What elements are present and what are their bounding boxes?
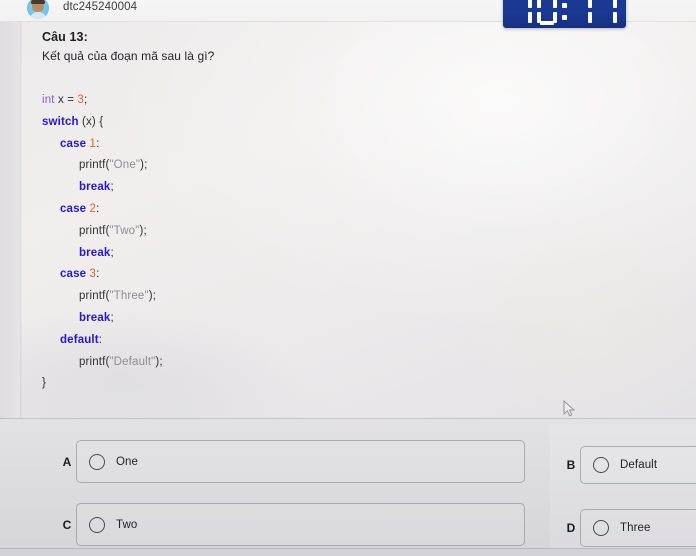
avatar-body xyxy=(29,12,47,19)
code-token-string: "Three" xyxy=(109,290,149,303)
code-line-2: switch (x) { xyxy=(42,112,472,134)
code-line-5: break; xyxy=(42,177,472,199)
option-b[interactable]: B Default xyxy=(562,446,696,484)
code-token-string: "One" xyxy=(109,159,141,172)
code-token-plain: ); xyxy=(148,290,157,303)
code-token-plain: printf( xyxy=(79,159,110,172)
code-token-plain: printf( xyxy=(79,224,110,237)
option-d[interactable]: D Three xyxy=(562,509,696,547)
option-c-label: Two xyxy=(116,518,138,531)
question-number: Câu 13: xyxy=(42,30,88,44)
code-token-plain: : xyxy=(96,137,100,150)
code-token-plain: ; xyxy=(110,246,114,259)
code-token-keyword: break xyxy=(79,311,111,324)
option-c-box[interactable]: Two xyxy=(76,503,525,546)
code-token-plain: printf( xyxy=(79,290,110,303)
code-line-11: break; xyxy=(42,308,472,330)
code-token-keyword: break xyxy=(79,181,111,194)
option-c[interactable]: C Two xyxy=(58,503,525,546)
code-snippet: int x = 3; switch (x) {case 1: printf("One… xyxy=(42,90,472,395)
code-line-4: printf("One"); xyxy=(42,155,472,177)
avatar-hair xyxy=(31,0,45,4)
code-token-plain: : xyxy=(98,333,103,346)
option-c-letter: C xyxy=(62,517,72,532)
code-token-plain: ); xyxy=(140,159,148,172)
question-prompt: Kết quả của đoạn mã sau là gì? xyxy=(42,49,215,63)
code-token-plain: ; xyxy=(110,311,114,324)
option-a-box[interactable]: One xyxy=(76,440,525,483)
avatar[interactable] xyxy=(27,0,49,19)
code-token-plain: ; xyxy=(83,94,88,106)
code-token-plain: : xyxy=(96,202,100,215)
code-line-8: break; xyxy=(42,243,472,265)
option-a-label: One xyxy=(116,455,139,468)
code-token-plain: (x) { xyxy=(78,115,104,128)
option-b-label: Default xyxy=(620,459,658,471)
code-token-keyword: case xyxy=(60,268,87,281)
code-token-keyword: default xyxy=(60,333,99,346)
option-c-radio[interactable] xyxy=(89,516,105,533)
code-line-10: printf("Three"); xyxy=(42,286,472,308)
code-token-plain: : xyxy=(96,268,100,281)
code-token-keyword: case xyxy=(60,137,87,150)
question-area: Câu 13: Kết quả của đoạn mã sau là gì? i… xyxy=(22,22,696,418)
code-line-3: case 1: xyxy=(42,134,472,156)
code-token-keyword: break xyxy=(79,246,111,259)
code-token-plain: ); xyxy=(155,355,163,368)
option-b-letter: B xyxy=(566,458,576,472)
code-token-string: "Two" xyxy=(109,224,140,237)
code-token-keyword: switch xyxy=(42,115,79,128)
code-line-6: case 2: xyxy=(42,199,472,221)
quiz-screen: dtc245240004 Câu 13: Kết quả của đoạn mã… xyxy=(0,0,696,556)
username-label: dtc245240004 xyxy=(63,1,138,13)
code-token-plain: x = xyxy=(54,94,78,106)
code-token-plain: ; xyxy=(110,181,114,194)
option-d-letter: D xyxy=(566,521,576,535)
option-b-box[interactable]: Default xyxy=(580,446,696,484)
code-token-plain: ); xyxy=(139,224,147,237)
code-line-9: case 3: xyxy=(42,264,472,286)
option-a-letter: A xyxy=(62,454,72,469)
code-line-7: printf("Two"); xyxy=(42,221,472,243)
bottom-strip xyxy=(0,549,696,556)
code-line-1: int x = 3; xyxy=(42,90,472,112)
code-token-string: "Default" xyxy=(109,355,156,368)
option-d-box[interactable]: Three xyxy=(580,509,696,547)
mouse-pointer-icon xyxy=(563,400,576,417)
code-line-12: default: xyxy=(42,330,472,352)
code-token-plain: printf( xyxy=(79,355,110,368)
option-b-radio[interactable] xyxy=(593,457,609,473)
code-line-14: } xyxy=(42,373,472,395)
option-a-radio[interactable] xyxy=(89,453,105,470)
code-token-plain: } xyxy=(42,377,46,390)
code-token-keyword: case xyxy=(60,202,87,215)
option-a[interactable]: A One xyxy=(58,440,525,483)
code-line-13: printf("Default"); xyxy=(42,352,472,374)
option-d-radio[interactable] xyxy=(593,520,609,536)
code-token-type: int xyxy=(42,94,55,106)
option-d-label: Three xyxy=(620,522,651,534)
